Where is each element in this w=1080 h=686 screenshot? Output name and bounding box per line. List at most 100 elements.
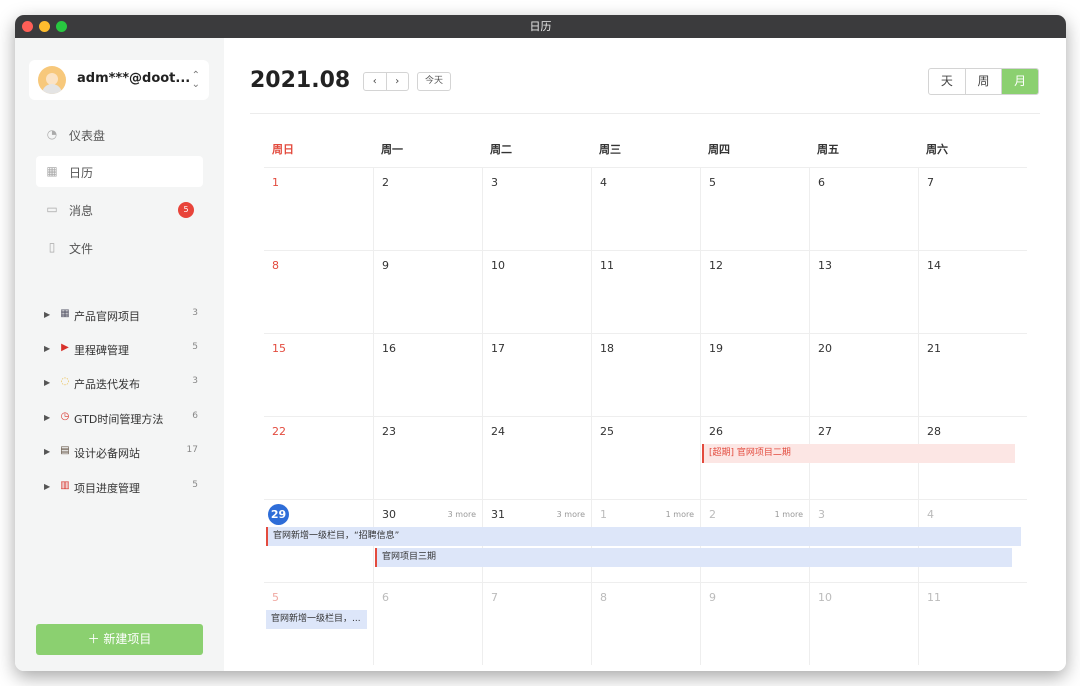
- day-cell[interactable]: 11: [918, 582, 1027, 665]
- day-cell[interactable]: 15: [264, 333, 373, 416]
- project-label: 里程碑管理: [74, 344, 129, 357]
- view-week-button[interactable]: 周: [966, 69, 1003, 94]
- project-count: 5: [192, 342, 198, 352]
- day-cell[interactable]: 7: [918, 167, 1027, 250]
- account-switcher[interactable]: adm***@doot... ⌃ ⌄: [29, 60, 209, 100]
- view-day-button[interactable]: 天: [929, 69, 966, 94]
- weekday-header: 周二: [490, 143, 512, 156]
- project-item[interactable]: ▶ ▤ 设计必备网站 17: [44, 443, 204, 463]
- more-events-link[interactable]: 3 more: [557, 510, 585, 519]
- day-number: 3: [818, 508, 825, 521]
- today-button[interactable]: 今天: [417, 72, 451, 91]
- message-icon: ▭: [46, 202, 58, 216]
- prev-month-button[interactable]: ‹: [364, 73, 387, 90]
- day-cell[interactable]: 20: [809, 333, 918, 416]
- calendar-event[interactable]: [超期] 官网项目二期: [702, 444, 1015, 463]
- sidebar-item-label: 消息: [69, 204, 94, 218]
- sidebar-item-dashboard[interactable]: ◔ 仪表盘: [36, 119, 203, 150]
- day-cell[interactable]: 10: [482, 250, 591, 333]
- day-cell[interactable]: 4: [591, 167, 700, 250]
- day-number: 24: [491, 425, 505, 438]
- dashboard-icon: ◔: [46, 127, 58, 141]
- expand-arrow-icon[interactable]: ▶: [44, 344, 50, 353]
- day-number: 26: [709, 425, 723, 438]
- lightbulb-icon: ◌: [60, 376, 70, 387]
- expand-arrow-icon[interactable]: ▶: [44, 413, 50, 422]
- project-item[interactable]: ▶ ◷ GTD时间管理方法 6: [44, 409, 204, 429]
- day-cell[interactable]: 10: [809, 582, 918, 665]
- calendar-event[interactable]: 官网新增一级栏目，“招聘信息”: [266, 527, 1021, 546]
- day-cell[interactable]: 24: [482, 416, 591, 499]
- project-item[interactable]: ▶ ▦ 产品官网项目 3: [44, 306, 204, 326]
- view-switcher: 天 周 月: [928, 68, 1039, 95]
- month-nav: ‹ ›: [363, 72, 409, 91]
- day-number: 20: [818, 342, 832, 355]
- calendar-event[interactable]: 官网项目三期: [375, 548, 1012, 567]
- day-number: 7: [491, 591, 498, 604]
- sidebar: adm***@doot... ⌃ ⌄ ◔ 仪表盘 ▦ 日历 ▭ 消息 5 ▯ 文件…: [15, 38, 224, 671]
- day-cell[interactable]: 7: [482, 582, 591, 665]
- account-name: adm***@doot...: [77, 71, 191, 86]
- unread-badge: 5: [178, 202, 194, 218]
- day-cell[interactable]: 8: [264, 250, 373, 333]
- day-cell[interactable]: 6: [373, 582, 482, 665]
- day-number: 9: [709, 591, 716, 604]
- project-item[interactable]: ▶ ▶ 里程碑管理 5: [44, 340, 204, 360]
- day-cell[interactable]: 6: [809, 167, 918, 250]
- day-cell[interactable]: 5: [700, 167, 809, 250]
- day-number: 4: [600, 176, 607, 189]
- day-cell[interactable]: 21: [918, 333, 1027, 416]
- day-cell[interactable]: 12: [700, 250, 809, 333]
- day-cell[interactable]: 22: [264, 416, 373, 499]
- day-cell[interactable]: 25: [591, 416, 700, 499]
- page-title: 2021.08: [250, 68, 351, 93]
- day-number: 2: [709, 508, 716, 521]
- day-cell[interactable]: 13: [809, 250, 918, 333]
- day-cell[interactable]: 18: [591, 333, 700, 416]
- next-month-button[interactable]: ›: [387, 73, 409, 90]
- weekday-header: 周三: [599, 143, 621, 156]
- day-cell[interactable]: 9: [700, 582, 809, 665]
- sidebar-item-messages[interactable]: ▭ 消息 5: [36, 194, 203, 225]
- calendar-event[interactable]: 官网新增一级栏目，...: [266, 610, 367, 629]
- view-month-button[interactable]: 月: [1002, 69, 1038, 94]
- more-events-link[interactable]: 3 more: [448, 510, 476, 519]
- day-cell[interactable]: 2: [373, 167, 482, 250]
- day-number: 1: [600, 508, 607, 521]
- tear-off-calendar-icon: ▥: [60, 480, 70, 491]
- expand-arrow-icon[interactable]: ▶: [44, 447, 50, 456]
- project-item[interactable]: ▶ ▥ 项目进度管理 5: [44, 478, 204, 498]
- more-events-link[interactable]: 1 more: [775, 510, 803, 519]
- day-cell[interactable]: 16: [373, 333, 482, 416]
- day-number: 10: [491, 259, 505, 272]
- day-cell[interactable]: 14: [918, 250, 1027, 333]
- expand-arrow-icon[interactable]: ▶: [44, 310, 50, 319]
- day-number: 7: [927, 176, 934, 189]
- day-cell[interactable]: 9: [373, 250, 482, 333]
- day-cell[interactable]: 19: [700, 333, 809, 416]
- project-item[interactable]: ▶ ◌ 产品迭代发布 3: [44, 374, 204, 394]
- more-events-link[interactable]: 1 more: [666, 510, 694, 519]
- day-cell[interactable]: 1: [264, 167, 373, 250]
- day-number: 2: [382, 176, 389, 189]
- day-cell[interactable]: 11: [591, 250, 700, 333]
- zoom-window-button[interactable]: [56, 21, 67, 32]
- day-number: 6: [818, 176, 825, 189]
- day-cell[interactable]: 3: [482, 167, 591, 250]
- project-count: 5: [192, 480, 198, 490]
- project-count: 6: [192, 411, 198, 421]
- project-label: 产品迭代发布: [74, 378, 140, 391]
- expand-arrow-icon[interactable]: ▶: [44, 482, 50, 491]
- new-project-button[interactable]: ＋ 新建项目: [36, 624, 203, 655]
- close-window-button[interactable]: [22, 21, 33, 32]
- day-cell[interactable]: 23: [373, 416, 482, 499]
- day-number: 3: [491, 176, 498, 189]
- expand-arrow-icon[interactable]: ▶: [44, 378, 50, 387]
- day-number: 10: [818, 591, 832, 604]
- sidebar-item-calendar[interactable]: ▦ 日历: [36, 156, 203, 187]
- day-cell[interactable]: 8: [591, 582, 700, 665]
- day-cell[interactable]: 17: [482, 333, 591, 416]
- minimize-window-button[interactable]: [39, 21, 50, 32]
- day-number: 8: [272, 259, 279, 272]
- sidebar-item-files[interactable]: ▯ 文件: [36, 232, 203, 263]
